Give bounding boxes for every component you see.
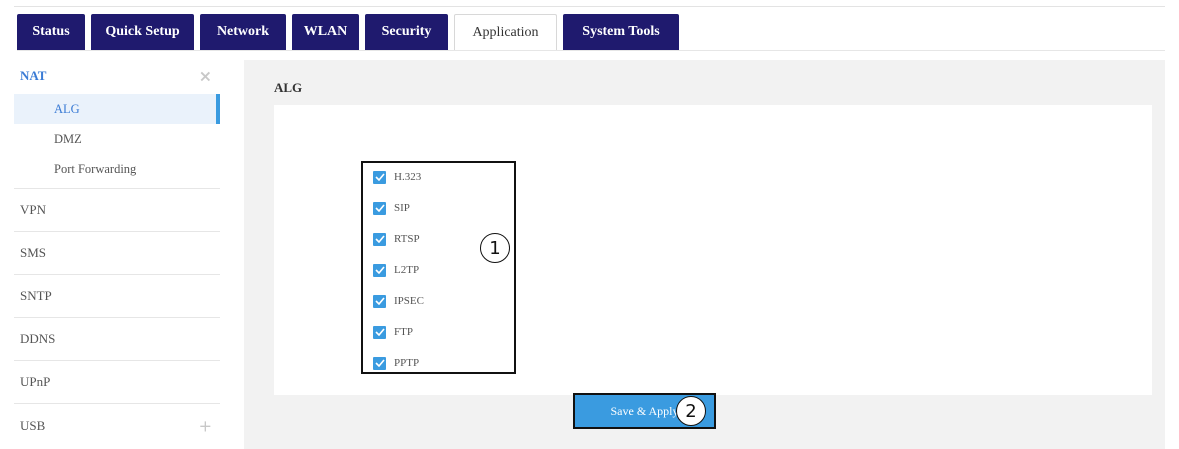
alg-option-label: L2TP	[394, 264, 420, 276]
alg-option-l2tp[interactable]: L2TP	[373, 262, 419, 278]
alg-option-h323[interactable]: H.323	[373, 169, 421, 185]
sidebar-item-sntp[interactable]: SNTP	[14, 275, 220, 318]
page-title: ALG	[274, 80, 303, 95]
alg-option-pptp[interactable]: PPTP	[373, 355, 419, 371]
collapse-icon[interactable]: ×	[199, 67, 212, 86]
sidebar-subitem-dmz[interactable]: DMZ	[14, 124, 220, 154]
sidebar-subitem-alg[interactable]: ALG	[14, 94, 220, 124]
callout-marker-2: 2	[676, 396, 706, 426]
alg-option-label: RTSP	[394, 233, 420, 245]
top-divider	[14, 6, 1165, 7]
sidebar-item-nat[interactable]: NAT ×	[14, 58, 220, 94]
tab-network[interactable]: Network	[200, 14, 286, 50]
checkbox-checked-icon[interactable]	[373, 232, 386, 246]
sidebar-item-ddns[interactable]: DDNS	[14, 318, 220, 361]
sidebar-item-label: NAT	[20, 68, 47, 83]
sidebar-item-label: VPN	[20, 202, 47, 217]
alg-option-sip[interactable]: SIP	[373, 200, 410, 216]
checkbox-checked-icon[interactable]	[373, 170, 386, 184]
tab-quick-setup[interactable]: Quick Setup	[91, 14, 194, 50]
checkbox-checked-icon[interactable]	[373, 356, 386, 370]
tab-wlan[interactable]: WLAN	[292, 14, 359, 50]
alg-option-label: H.323	[394, 171, 422, 183]
sidebar-subitem-port-forwarding[interactable]: Port Forwarding	[14, 154, 220, 184]
sidebar-item-vpn[interactable]: VPN	[14, 189, 220, 232]
sidebar-item-label: SNTP	[20, 288, 52, 303]
sidebar-item-usb[interactable]: USB +	[14, 404, 220, 447]
alg-option-label: PPTP	[394, 357, 420, 369]
tab-status[interactable]: Status	[17, 14, 85, 50]
sidebar-item-sms[interactable]: SMS	[14, 232, 220, 275]
alg-option-label: IPSEC	[394, 295, 424, 307]
checkbox-checked-icon[interactable]	[373, 325, 386, 339]
tab-security[interactable]: Security	[365, 14, 448, 50]
alg-option-ipsec[interactable]: IPSEC	[373, 293, 424, 309]
alg-option-rtsp[interactable]: RTSP	[373, 231, 420, 247]
sidebar-item-label: UPnP	[20, 374, 51, 389]
nat-submenu: ALG DMZ Port Forwarding	[14, 94, 220, 189]
sidebar-item-label: DDNS	[20, 331, 56, 346]
alg-option-ftp[interactable]: FTP	[373, 324, 413, 340]
alg-options-highlight: H.323 SIP RTSP L2TP IPSEC FTP PPTP	[361, 161, 516, 374]
checkbox-checked-icon[interactable]	[373, 294, 386, 308]
sidebar-item-label: SMS	[20, 245, 47, 260]
checkbox-checked-icon[interactable]	[373, 201, 386, 215]
tab-application[interactable]: Application	[454, 14, 557, 50]
callout-marker-1: 1	[480, 233, 510, 263]
sidebar: NAT × ALG DMZ Port Forwarding VPN SMS SN…	[14, 58, 220, 449]
alg-card: H.323 SIP RTSP L2TP IPSEC FTP PPTP 1 Sav…	[274, 105, 1152, 429]
sidebar-item-label: USB	[20, 417, 46, 433]
sidebar-item-upnp[interactable]: UPnP	[14, 361, 220, 404]
alg-option-label: FTP	[394, 326, 413, 338]
checkbox-checked-icon[interactable]	[373, 263, 386, 277]
content-panel: ALG H.323 SIP RTSP L2TP IPSEC FTP PPTP 1…	[244, 60, 1165, 449]
alg-option-label: SIP	[394, 202, 410, 214]
main-tab-bar: Status Quick Setup Network WLAN Security…	[17, 14, 685, 50]
tab-system-tools[interactable]: System Tools	[563, 14, 679, 50]
expand-icon[interactable]: +	[199, 416, 212, 435]
tab-bar-divider	[17, 50, 1165, 51]
